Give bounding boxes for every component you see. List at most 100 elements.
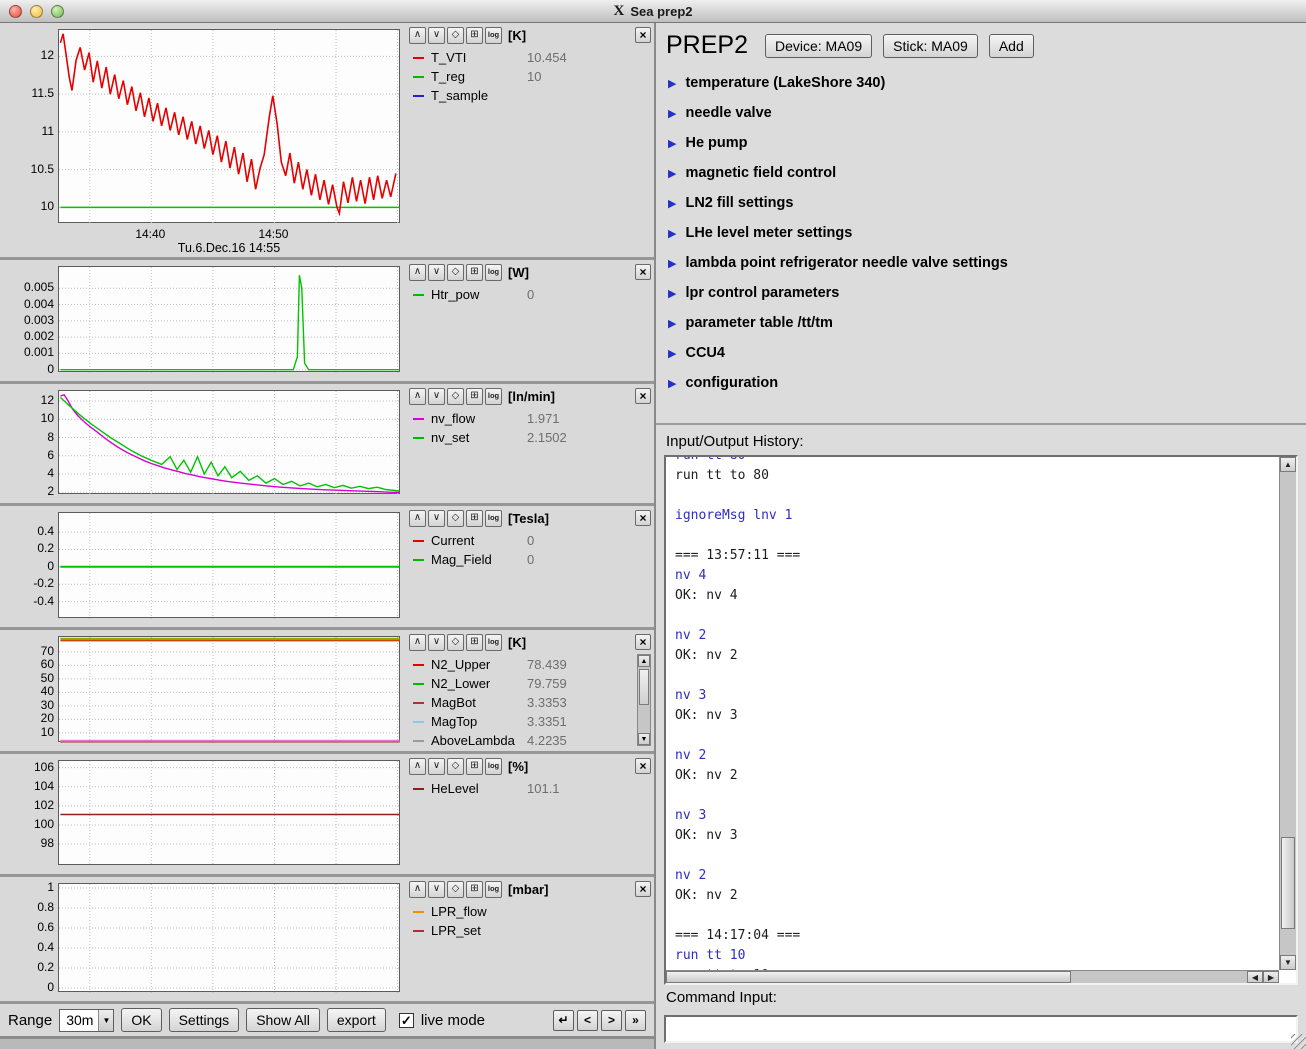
plot-canvas[interactable] (58, 266, 400, 372)
scroll-down-button[interactable]: ∨ (428, 264, 445, 281)
ok-button[interactable]: OK (121, 1008, 161, 1032)
legend-row[interactable]: T_sample (413, 86, 634, 105)
nav-left-button[interactable]: < (577, 1010, 598, 1031)
legend-row[interactable]: nv_set2.1502 (413, 428, 634, 447)
nav-end-button[interactable]: » (625, 1010, 646, 1031)
scroll-up-arrow-icon[interactable]: ▲ (638, 655, 650, 667)
grid-button[interactable]: ⊞ (466, 27, 483, 44)
command-input[interactable] (664, 1015, 1298, 1043)
scroll-up-arrow-icon[interactable]: ▲ (1280, 457, 1296, 472)
nav-return-button[interactable]: ↵ (553, 1010, 574, 1031)
autoscale-button[interactable]: ◇ (447, 27, 464, 44)
scroll-down-button[interactable]: ∨ (428, 634, 445, 651)
legend-row[interactable]: N2_Lower79.759 (413, 674, 634, 693)
scroll-up-button[interactable]: ∧ (409, 388, 426, 405)
plot-canvas[interactable] (58, 760, 400, 865)
grid-button[interactable]: ⊞ (466, 510, 483, 527)
resize-grip[interactable] (1291, 1034, 1306, 1049)
log-scale-button[interactable]: log (485, 881, 502, 898)
log-scale-button[interactable]: log (485, 634, 502, 651)
legend-row[interactable]: Htr_pow0 (413, 285, 634, 304)
autoscale-button[interactable]: ◇ (447, 881, 464, 898)
stick-button[interactable]: Stick: MA09 (883, 34, 978, 58)
prep-item[interactable]: ▶CCU4 (664, 338, 1298, 368)
plot-canvas[interactable] (58, 636, 400, 742)
prep-item[interactable]: ▶configuration (664, 368, 1298, 398)
prep-item[interactable]: ▶LHe level meter settings (664, 218, 1298, 248)
scroll-left-arrow-icon[interactable]: ◀ (1247, 971, 1263, 983)
log-scale-button[interactable]: log (485, 27, 502, 44)
close-plot-button[interactable]: × (635, 388, 651, 404)
export-button[interactable]: export (327, 1008, 386, 1032)
scroll-up-button[interactable]: ∧ (409, 634, 426, 651)
scroll-up-button[interactable]: ∧ (409, 27, 426, 44)
prep-item[interactable]: ▶lambda point refrigerator needle valve … (664, 248, 1298, 278)
legend-scrollbar-thumb[interactable] (639, 669, 649, 705)
legend-row[interactable]: LPR_flow (413, 902, 634, 921)
nav-right-button[interactable]: > (601, 1010, 622, 1031)
grid-button[interactable]: ⊞ (466, 758, 483, 775)
legend-row[interactable]: AboveLambda4.2235 (413, 731, 634, 750)
close-plot-button[interactable]: × (635, 634, 651, 650)
legend-row[interactable]: T_reg10 (413, 67, 634, 86)
plot-canvas[interactable] (58, 29, 400, 223)
legend-row[interactable]: N2_Upper78.439 (413, 655, 634, 674)
log-scale-button[interactable]: log (485, 510, 502, 527)
close-plot-button[interactable]: × (635, 27, 651, 43)
scroll-down-button[interactable]: ∨ (428, 27, 445, 44)
plot-canvas[interactable] (58, 883, 400, 992)
io-history-box[interactable]: run tt 80run tt to 80 ignoreMsg lnv 1 ==… (664, 455, 1298, 985)
autoscale-button[interactable]: ◇ (447, 634, 464, 651)
history-horizontal-scrollbar[interactable]: ◀ ▶ (666, 970, 1279, 983)
grid-button[interactable]: ⊞ (466, 634, 483, 651)
autoscale-button[interactable]: ◇ (447, 388, 464, 405)
prep-item[interactable]: ▶lpr control parameters (664, 278, 1298, 308)
horizontal-scrollbar-thumb[interactable] (666, 971, 1071, 983)
scroll-down-button[interactable]: ∨ (428, 510, 445, 527)
scroll-up-button[interactable]: ∧ (409, 758, 426, 775)
scroll-right-arrow-icon[interactable]: ▶ (1263, 971, 1279, 983)
log-scale-button[interactable]: log (485, 758, 502, 775)
window-close-button[interactable] (9, 5, 22, 18)
scroll-down-button[interactable]: ∨ (428, 388, 445, 405)
prep-item[interactable]: ▶LN2 fill settings (664, 188, 1298, 218)
grid-button[interactable]: ⊞ (466, 388, 483, 405)
grid-button[interactable]: ⊞ (466, 881, 483, 898)
autoscale-button[interactable]: ◇ (447, 510, 464, 527)
grid-button[interactable]: ⊞ (466, 264, 483, 281)
legend-row[interactable]: Current0 (413, 531, 634, 550)
scroll-down-arrow-icon[interactable]: ▼ (638, 733, 650, 745)
window-zoom-button[interactable] (51, 5, 64, 18)
legend-row[interactable]: MagTop3.3351 (413, 712, 634, 731)
window-minimize-button[interactable] (30, 5, 43, 18)
legend-scrollbar[interactable]: ▲▼ (637, 654, 651, 746)
legend-row[interactable]: LPR_set (413, 921, 634, 940)
scroll-up-button[interactable]: ∧ (409, 264, 426, 281)
prep-item[interactable]: ▶magnetic field control (664, 158, 1298, 188)
legend-row[interactable]: HeLevel101.1 (413, 779, 634, 798)
scroll-down-button[interactable]: ∨ (428, 758, 445, 775)
autoscale-button[interactable]: ◇ (447, 758, 464, 775)
show-all-button[interactable]: Show All (246, 1008, 320, 1032)
close-plot-button[interactable]: × (635, 881, 651, 897)
prep-item[interactable]: ▶temperature (LakeShore 340) (664, 68, 1298, 98)
plot-canvas[interactable] (58, 390, 400, 494)
legend-row[interactable]: MagBot3.3353 (413, 693, 634, 712)
plot-canvas[interactable] (58, 512, 400, 618)
scroll-up-button[interactable]: ∧ (409, 510, 426, 527)
prep-item[interactable]: ▶He pump (664, 128, 1298, 158)
legend-row[interactable]: nv_flow1.971 (413, 409, 634, 428)
legend-row[interactable]: Mag_Field0 (413, 550, 634, 569)
history-vertical-scrollbar[interactable]: ▲ ▼ (1279, 457, 1296, 970)
settings-button[interactable]: Settings (169, 1008, 240, 1032)
scroll-down-arrow-icon[interactable]: ▼ (1280, 955, 1296, 970)
log-scale-button[interactable]: log (485, 388, 502, 405)
vertical-scrollbar-thumb[interactable] (1281, 837, 1295, 929)
scroll-down-button[interactable]: ∨ (428, 881, 445, 898)
legend-row[interactable]: T_VTI10.454 (413, 48, 634, 67)
device-button[interactable]: Device: MA09 (765, 34, 872, 58)
add-button[interactable]: Add (989, 34, 1034, 58)
close-plot-button[interactable]: × (635, 264, 651, 280)
close-plot-button[interactable]: × (635, 510, 651, 526)
scroll-up-button[interactable]: ∧ (409, 881, 426, 898)
